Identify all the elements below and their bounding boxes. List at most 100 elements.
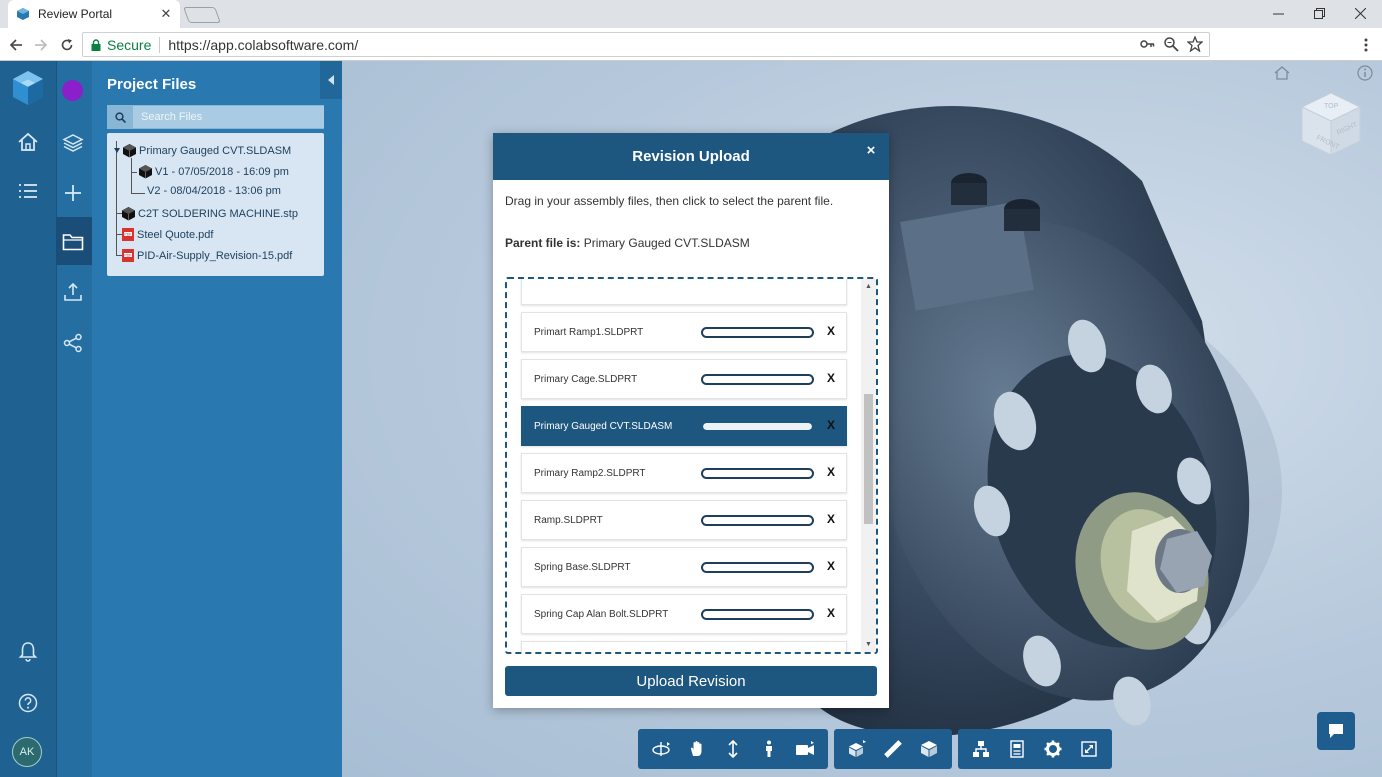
bookmark-star-icon[interactable] <box>1187 36 1203 52</box>
chat-bubble-icon <box>1329 724 1343 738</box>
view-cube[interactable]: FRONT RIGHT TOP <box>1300 91 1362 157</box>
help-icon[interactable] <box>15 690 41 716</box>
orbit-icon[interactable] <box>644 733 678 765</box>
layers-icon[interactable] <box>61 131 85 155</box>
tree-item-label: C2T SOLDERING MACHINE.stp <box>138 207 298 220</box>
bell-icon[interactable] <box>15 638 41 664</box>
fullscreen-icon[interactable] <box>1072 733 1106 765</box>
reload-icon[interactable] <box>57 35 77 55</box>
primary-nav-rail: AK <box>0 61 56 777</box>
upload-file-name: Primary Ramp2.SLDPRT <box>534 467 646 479</box>
forward-icon[interactable] <box>31 35 51 55</box>
remove-file-button[interactable]: X <box>824 512 838 528</box>
scroll-up-icon[interactable]: ▲ <box>864 282 873 291</box>
back-icon[interactable] <box>6 35 26 55</box>
lock-icon <box>91 38 101 51</box>
collapse-triangle-icon[interactable] <box>113 147 121 155</box>
tree-item-assembly[interactable]: C2T SOLDERING MACHINE.stp <box>121 206 298 221</box>
upload-file-name: Spring Cap Alan Bolt.SLDPRT <box>534 608 669 620</box>
upload-file-list: Primart Ramp1.SLDPRT X Primary Cage.SLDPRT… <box>521 279 847 654</box>
chat-button[interactable] <box>1317 712 1355 750</box>
share-icon[interactable] <box>61 331 85 355</box>
project-files-panel: Project Files Primary Gauged CVT.SLDASM <box>92 61 342 777</box>
explode-icon[interactable] <box>840 733 874 765</box>
app-favicon-icon <box>17 8 29 20</box>
secure-indicator[interactable]: Secure <box>83 37 151 53</box>
file-drop-zone[interactable]: Primart Ramp1.SLDPRT X Primary Cage.SLDPRT… <box>505 277 878 654</box>
remove-file-button[interactable]: X <box>824 606 838 622</box>
upload-file-row[interactable]: Spring Base.SLDPRT X <box>521 547 847 587</box>
remove-file-button[interactable]: X <box>824 465 838 481</box>
tree-item-version[interactable]: V2 - 08/04/2018 - 13:06 pm <box>147 185 281 197</box>
zoom-page-icon[interactable] <box>1163 36 1179 52</box>
tree-icon[interactable] <box>964 733 998 765</box>
list-icon[interactable] <box>15 178 41 204</box>
upload-file-name: Primary Gauged CVT.SLDASM <box>534 420 673 432</box>
upload-progress-bar <box>701 562 814 573</box>
file-list-scrollbar[interactable]: ▲ ▼ <box>861 279 876 652</box>
remove-file-button[interactable]: X <box>824 559 838 575</box>
version-cube-icon <box>139 165 152 179</box>
restore-icon[interactable] <box>1299 2 1339 24</box>
scroll-down-icon[interactable]: ▼ <box>864 640 873 649</box>
plus-icon[interactable] <box>61 181 85 205</box>
upload-file-row[interactable]: Spring Cap Alan Bolt.SLDPRT X <box>521 594 847 634</box>
upload-file-row[interactable]: Primary Ramp2.SLDPRT X <box>521 453 847 493</box>
file-search <box>107 105 324 129</box>
tree-item-label: V1 - 07/05/2018 - 16:09 pm <box>155 165 289 178</box>
upload-progress-bar <box>701 609 814 620</box>
project-color-dot[interactable] <box>62 80 83 101</box>
parent-file-label: Parent file is: <box>505 236 581 250</box>
scroll-thumb[interactable] <box>864 394 873 524</box>
upload-file-row[interactable]: Primart Ramp1.SLDPRT X <box>521 312 847 352</box>
new-tab-button[interactable] <box>183 7 221 23</box>
upload-file-row[interactable]: Primary Gauged CVT.SLDASM X <box>521 406 847 446</box>
tree-item-version[interactable]: V1 - 07/05/2018 - 16:09 pm <box>138 164 289 179</box>
info-icon[interactable] <box>1356 64 1374 82</box>
browser-menu-icon[interactable] <box>1358 36 1374 54</box>
upload-file-row[interactable]: Spring Cap.SLDPRTX <box>521 641 847 654</box>
folder-icon[interactable] <box>61 230 85 254</box>
modal-title: Revision Upload <box>632 148 750 165</box>
upload-file-row[interactable]: Primary Cage.SLDPRT X <box>521 359 847 399</box>
upload-file-row[interactable] <box>521 279 847 305</box>
user-avatar[interactable]: AK <box>12 737 42 767</box>
model-tools <box>834 729 952 769</box>
close-window-icon[interactable] <box>1340 2 1380 24</box>
walk-icon[interactable] <box>752 733 786 765</box>
app-logo-icon[interactable] <box>11 69 45 107</box>
upload-icon[interactable] <box>61 280 85 304</box>
parent-file-info: Parent file is: Primary Gauged CVT.SLDAS… <box>505 236 750 250</box>
tree-item-assembly[interactable]: Primary Gauged CVT.SLDASM <box>113 143 291 158</box>
collapse-panel-button[interactable] <box>320 61 342 99</box>
upload-file-row[interactable]: Ramp.SLDPRT X <box>521 500 847 540</box>
upload-progress-bar <box>701 374 814 385</box>
key-icon[interactable] <box>1139 36 1155 52</box>
camera-icon[interactable] <box>788 733 822 765</box>
search-input[interactable] <box>133 106 324 128</box>
remove-file-button[interactable]: X <box>824 371 838 387</box>
measure-icon[interactable] <box>876 733 910 765</box>
properties-icon[interactable] <box>1000 733 1034 765</box>
close-modal-icon[interactable]: × <box>863 143 879 159</box>
remove-file-button[interactable]: X <box>824 324 838 340</box>
tab-close-icon[interactable]: ✕ <box>158 6 174 22</box>
section-icon[interactable] <box>912 733 946 765</box>
tree-item-pdf[interactable]: PDF PID-Air-Supply_Revision-15.pdf <box>121 248 292 263</box>
home-icon[interactable] <box>15 129 41 155</box>
address-bar[interactable]: Secure https://app.colabsoftware.com/ <box>82 32 1210 57</box>
browser-tab[interactable]: Review Portal ✕ <box>8 0 180 28</box>
home-view-icon[interactable] <box>1273 65 1291 81</box>
tree-item-pdf[interactable]: PDF Steel Quote.pdf <box>121 227 213 242</box>
upload-progress-bar <box>701 468 814 479</box>
parent-file-value: Primary Gauged CVT.SLDASM <box>583 236 750 250</box>
zoom-icon[interactable] <box>716 733 750 765</box>
tree-connector <box>131 193 145 194</box>
settings-icon[interactable] <box>1036 733 1070 765</box>
upload-file-name: Primart Ramp1.SLDPRT <box>534 326 644 338</box>
minimize-icon[interactable] <box>1258 2 1298 24</box>
pan-icon[interactable] <box>680 733 714 765</box>
upload-revision-button[interactable]: Upload Revision <box>505 666 877 696</box>
remove-file-button[interactable]: X <box>824 418 838 434</box>
remove-file-button[interactable]: X <box>824 653 838 654</box>
